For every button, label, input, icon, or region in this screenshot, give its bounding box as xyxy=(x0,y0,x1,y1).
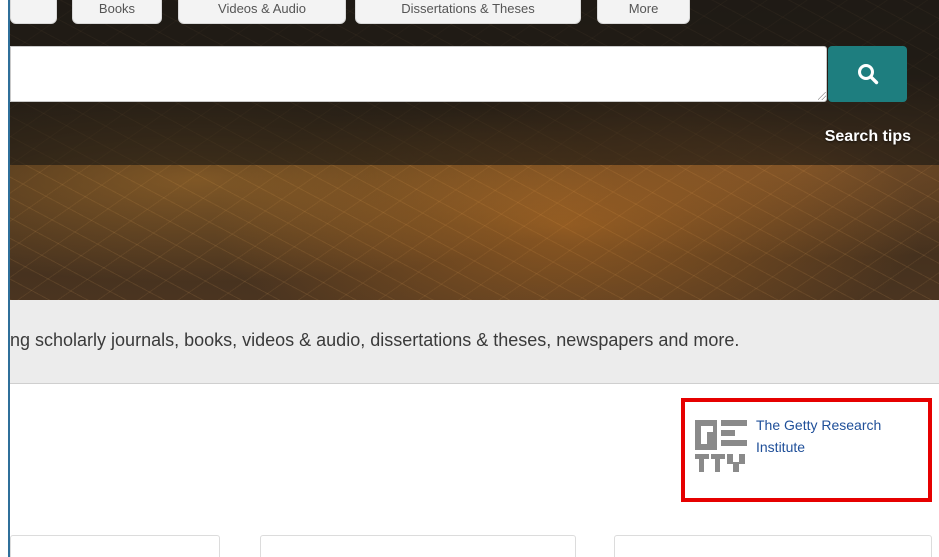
search-tips-link[interactable]: Search tips xyxy=(825,128,911,146)
search-input[interactable] xyxy=(10,46,827,102)
search-button[interactable] xyxy=(828,46,907,102)
tab-videos-audio[interactable]: Videos & Audio xyxy=(178,0,346,24)
getty-logo-icon xyxy=(693,418,749,474)
content-card-2[interactable] xyxy=(260,535,576,557)
institution-link[interactable]: The Getty Research Institute xyxy=(756,414,906,458)
tab-more[interactable]: More xyxy=(597,0,690,24)
tab-1[interactable] xyxy=(10,0,57,24)
page-frame: Books Videos & Audio Dissertations & The… xyxy=(8,0,939,557)
tab-books[interactable]: Books xyxy=(72,0,162,24)
institution-highlight: The Getty Research Institute xyxy=(681,398,932,502)
content-card-3[interactable] xyxy=(614,535,932,557)
top-nav: Books Videos & Audio Dissertations & The… xyxy=(10,0,939,26)
description-text: ng scholarly journals, books, videos & a… xyxy=(10,330,740,350)
resize-grip-icon[interactable] xyxy=(818,92,826,100)
content-card-1[interactable] xyxy=(10,535,220,557)
description-band: ng scholarly journals, books, videos & a… xyxy=(10,300,939,384)
hero-banner: Books Videos & Audio Dissertations & The… xyxy=(10,0,939,300)
search-icon xyxy=(857,64,878,85)
search-bar xyxy=(10,46,939,104)
tab-dissertations-theses[interactable]: Dissertations & Theses xyxy=(355,0,581,24)
